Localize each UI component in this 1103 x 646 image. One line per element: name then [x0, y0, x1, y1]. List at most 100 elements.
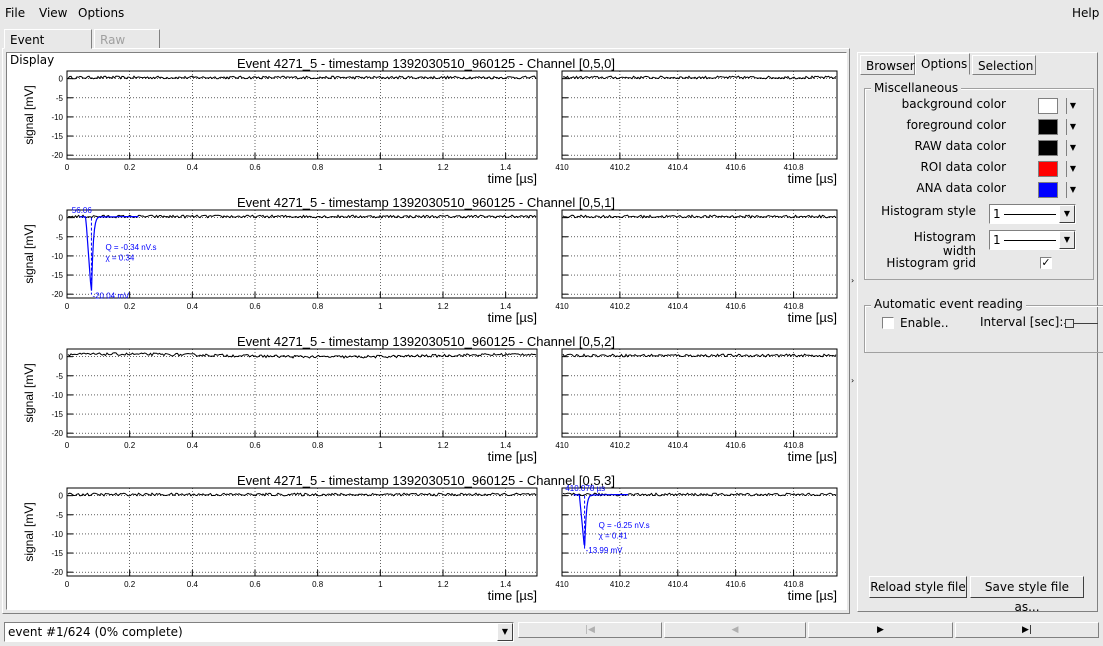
color-swatch[interactable] — [1038, 140, 1058, 156]
y-tick-label: 0 — [59, 75, 64, 84]
x-tick-label: 410.4 — [668, 580, 689, 589]
x-tick-label: 410.4 — [668, 302, 689, 311]
color-label: RAW data color — [914, 139, 1006, 153]
line-width-preview — [1004, 240, 1056, 241]
y-tick-label: 0 — [59, 492, 64, 501]
color-swatch[interactable] — [1038, 119, 1058, 135]
x-tick-label: 410 — [555, 580, 569, 589]
x-tick-label: 0.2 — [124, 580, 136, 589]
x-tick-label: 1.2 — [437, 302, 449, 311]
x-tick-label: 0.2 — [124, 302, 136, 311]
x-tick-label: 0.8 — [312, 163, 324, 172]
interval-label: Interval [sec]: — [980, 315, 1064, 329]
histogram-width-select[interactable]: 1 ▼ — [989, 230, 1076, 250]
color-swatch[interactable] — [1038, 98, 1058, 114]
y-tick-label: -10 — [51, 530, 63, 539]
x-tick-label: 0 — [65, 302, 70, 311]
x-tick-label: 410.6 — [726, 441, 747, 450]
chevron-down-icon[interactable]: ▼ — [497, 623, 513, 641]
reload-style-button[interactable]: Reload style file — [869, 576, 967, 598]
plots-svg: Event 4271_5 - timestamp 1392030510_9601… — [22, 56, 838, 603]
y-tick-label: -20 — [51, 429, 63, 438]
tab-event-display[interactable]: Event Display — [4, 29, 92, 67]
chevron-down-icon[interactable]: ▼ — [1066, 161, 1079, 177]
enable-label: Enable.. — [900, 316, 949, 330]
previous-event-button[interactable]: ◀ — [664, 622, 806, 638]
x-axis-label: time [µs] — [788, 449, 837, 464]
channel-title: Event 4271_5 - timestamp 1392030510_9601… — [237, 56, 615, 71]
event-display-canvas[interactable]: Event 4271_5 - timestamp 1392030510_9601… — [6, 52, 847, 610]
color-swatch[interactable] — [1038, 182, 1058, 198]
next-event-button[interactable]: ▶ — [808, 622, 953, 638]
back-icon: ◀ — [731, 625, 739, 635]
x-tick-label: 0.8 — [312, 441, 324, 450]
x-tick-label: 410.2 — [610, 441, 631, 450]
pulse-charge-label: Q = -0.34 nV.s — [105, 243, 156, 252]
pulse-peak-label: -13.99 mV — [586, 546, 624, 555]
x-tick-label: 1 — [378, 580, 383, 589]
x-tick-label: 0.4 — [187, 302, 199, 311]
x-tick-label: 1 — [378, 163, 383, 172]
pulse-chi-label: χ = 0.41 — [599, 532, 628, 541]
y-tick-label: -5 — [56, 511, 64, 520]
x-tick-label: 410.6 — [726, 163, 747, 172]
x-tick-label: 0.4 — [187, 580, 199, 589]
channel-title: Event 4271_5 - timestamp 1392030510_9601… — [237, 195, 615, 210]
menu-help[interactable]: Help — [1072, 6, 1099, 20]
x-tick-label: 1 — [378, 302, 383, 311]
color-label: background color — [901, 97, 1006, 111]
color-label: ROI data color — [920, 160, 1006, 174]
tab-options[interactable]: Options — [915, 53, 970, 75]
x-tick-label: 410 — [555, 163, 569, 172]
save-style-button[interactable]: Save style file as... — [970, 576, 1084, 614]
histogram-style-value: 1 — [993, 207, 1001, 221]
histogram-style-select[interactable]: 1 ▼ — [989, 204, 1076, 224]
menu-bar: File View Options Help — [0, 0, 1103, 26]
plot-frame — [561, 348, 838, 438]
enable-checkbox[interactable] — [882, 317, 894, 329]
pulse-chi-label: χ = 0.34 — [105, 254, 134, 263]
x-tick-label: 410.4 — [668, 441, 689, 450]
interval-slider[interactable] — [1064, 319, 1098, 328]
splitter-arrow-icon[interactable]: › — [851, 276, 854, 285]
skip-forward-icon: ▶| — [1022, 625, 1032, 635]
splitter-arrow-icon[interactable]: › — [851, 376, 854, 385]
chevron-down-icon[interactable]: ▼ — [1066, 182, 1079, 198]
y-tick-label: -5 — [56, 372, 64, 381]
menu-file[interactable]: File — [5, 6, 25, 20]
x-tick-label: 410.6 — [726, 580, 747, 589]
histogram-grid-label: Histogram grid — [886, 256, 976, 270]
play-icon: ▶ — [877, 625, 884, 635]
menu-view[interactable]: View — [39, 6, 67, 20]
y-tick-label: -15 — [51, 271, 63, 280]
y-tick-label: 0 — [59, 214, 64, 223]
options-panel: Miscellaneous background color ▼ foregroun… — [857, 52, 1103, 614]
y-tick-label: -15 — [51, 410, 63, 419]
first-event-button[interactable]: |◀ — [518, 622, 662, 638]
histogram-width-label: Histogram width — [913, 230, 976, 258]
x-tick-label: 1.2 — [437, 441, 449, 450]
histogram-grid-checkbox[interactable]: ✓ — [1040, 257, 1052, 269]
x-tick-label: 410.6 — [726, 302, 747, 311]
chevron-down-icon[interactable]: ▼ — [1066, 98, 1079, 114]
x-tick-label: 0.6 — [249, 580, 261, 589]
menu-options[interactable]: Options — [78, 6, 124, 20]
color-swatch[interactable] — [1038, 161, 1058, 177]
chevron-down-icon[interactable]: ▼ — [1066, 140, 1079, 156]
tab-raw-data[interactable]: Raw Data — [94, 29, 160, 67]
last-event-button[interactable]: ▶| — [955, 622, 1099, 638]
event-select[interactable]: event #1/624 (0% complete) ▼ — [4, 622, 514, 642]
y-axis-label: signal [mV] — [22, 363, 36, 422]
channel-title: Event 4271_5 - timestamp 1392030510_9601… — [237, 334, 615, 349]
chevron-down-icon[interactable]: ▼ — [1059, 231, 1075, 249]
x-tick-label: 0.2 — [124, 441, 136, 450]
chevron-down-icon[interactable]: ▼ — [1059, 205, 1075, 223]
y-tick-label: -10 — [51, 113, 63, 122]
x-tick-label: 410 — [555, 302, 569, 311]
x-tick-label: 0.4 — [187, 441, 199, 450]
pulse-charge-label: Q = -0.25 nV.s — [599, 521, 650, 530]
color-label: foreground color — [906, 118, 1006, 132]
x-tick-label: 0.6 — [249, 302, 261, 311]
x-tick-label: 0.8 — [312, 302, 324, 311]
chevron-down-icon[interactable]: ▼ — [1066, 119, 1079, 135]
